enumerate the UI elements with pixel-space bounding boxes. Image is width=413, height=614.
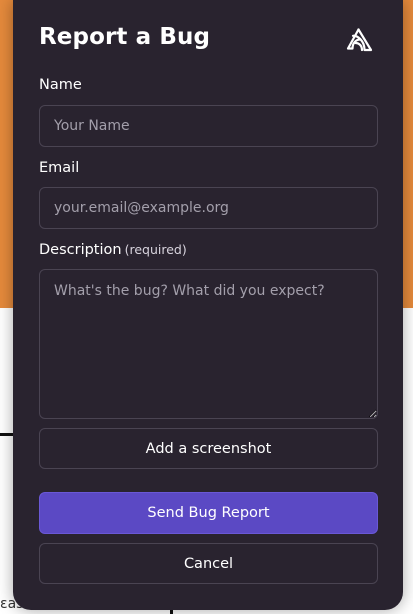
send-bug-report-button[interactable]: Send Bug Report [39, 492, 378, 534]
description-label: Description (required) [39, 242, 187, 258]
bug-report-dialog: Report a Bug Name Email Description(requ… [13, 0, 403, 610]
dialog-title: Report a Bug [39, 24, 211, 50]
required-note: (required) [124, 242, 187, 257]
description-textarea[interactable] [39, 269, 378, 419]
email-input[interactable] [39, 187, 378, 229]
sentry-logo-icon [346, 28, 373, 52]
cancel-button[interactable]: Cancel [39, 543, 378, 584]
description-label-text: Description [39, 242, 122, 258]
name-label: Name [39, 77, 82, 93]
email-label: Email [39, 160, 80, 176]
page-divider [0, 433, 14, 436]
name-input[interactable] [39, 105, 378, 147]
add-screenshot-button[interactable]: Add a screenshot [39, 428, 378, 469]
